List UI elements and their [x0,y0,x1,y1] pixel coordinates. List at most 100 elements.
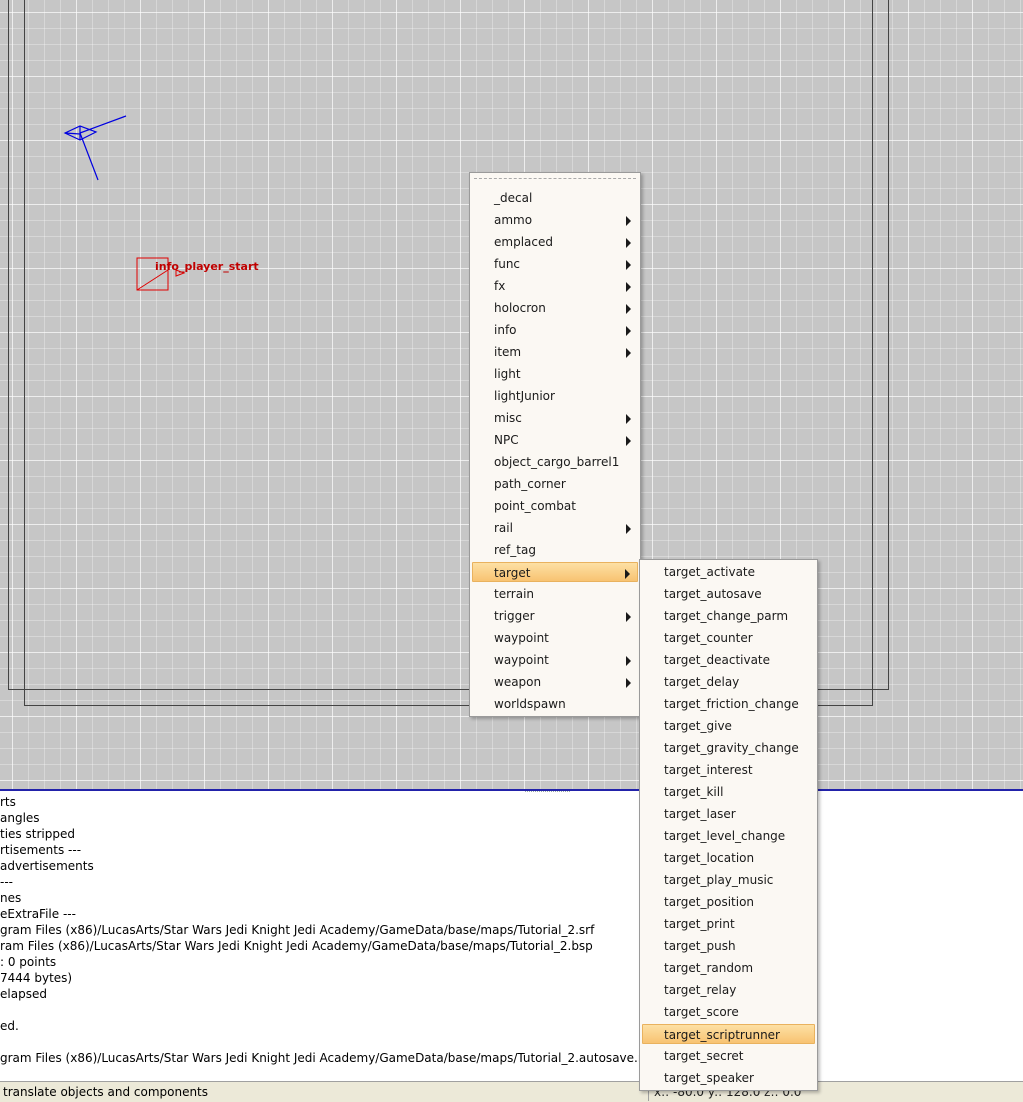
menu-item-label: info [494,323,517,337]
menu-item-target-interest[interactable]: target_interest [642,760,815,780]
menu-item-label: _decal [494,191,533,205]
menu-item-target-print[interactable]: target_print [642,914,815,934]
menu-item-label: waypoint [494,653,549,667]
menu-item-weapon[interactable]: weapon [472,672,638,692]
menu-item-target-scriptrunner[interactable]: target_scriptrunner [642,1024,815,1044]
menu-item-label: target_friction_change [664,697,799,711]
menu-item-info[interactable]: info [472,320,638,340]
console-line: ties stripped [0,827,75,841]
menu-item-label: target_change_parm [664,609,789,623]
submenu-arrow-icon [626,414,631,424]
menu-item-waypoint[interactable]: waypoint [472,628,638,648]
menu-item-label: lightJunior [494,389,555,403]
menu-item-object-cargo-barrel1[interactable]: object_cargo_barrel1 [472,452,638,472]
menu-item-label: fx [494,279,506,293]
menu-item-terrain[interactable]: terrain [472,584,638,604]
menu-item-point-combat[interactable]: point_combat [472,496,638,516]
console-line: : 0 points [0,955,57,969]
menu-item-emplaced[interactable]: emplaced [472,232,638,252]
menu-item-lightjunior[interactable]: lightJunior [472,386,638,406]
menu-tearoff[interactable] [474,178,636,179]
menu-item-target-score[interactable]: target_score [642,1002,815,1022]
menu-item-target-speaker[interactable]: target_speaker [642,1068,815,1088]
menu-item-waypoint-submenu[interactable]: waypoint [472,650,638,670]
menu-item-rail[interactable]: rail [472,518,638,538]
menu-item-target-counter[interactable]: target_counter [642,628,815,648]
menu-item-target-give[interactable]: target_give [642,716,815,736]
menu-item-label: NPC [494,433,519,447]
menu-item-label: ammo [494,213,533,227]
menu-item-target-secret[interactable]: target_secret [642,1046,815,1066]
menu-item-trigger[interactable]: trigger [472,606,638,626]
menu-item-label: target_push [664,939,736,953]
menu-item-label: misc [494,411,522,425]
menu-item-label: target_score [664,1005,739,1019]
menu-item-label: target_print [664,917,735,931]
menu-item-label: target_position [664,895,755,909]
console-line: --- [0,875,13,889]
menu-item-func[interactable]: func [472,254,638,274]
menu-item-label: terrain [494,587,535,601]
menu-item-holocron[interactable]: holocron [472,298,638,318]
menu-item-label: rail [494,521,513,535]
menu-item-target-friction-change[interactable]: target_friction_change [642,694,815,714]
console-line: elapsed [0,987,47,1001]
menu-item-target-deactivate[interactable]: target_deactivate [642,650,815,670]
target-submenu: target_activate target_autosave target_c… [639,559,818,1091]
menu-item-target-location[interactable]: target_location [642,848,815,868]
submenu-arrow-icon [626,304,631,314]
submenu-arrow-icon [626,216,631,226]
console-line: 7444 bytes) [0,971,73,985]
console-line: gram Files (x86)/LucasArts/Star Wars Jed… [0,1051,665,1065]
menu-item-label: path_corner [494,477,566,491]
menu-item-target-gravity-change[interactable]: target_gravity_change [642,738,815,758]
menu-item-label: target_play_music [664,873,774,887]
menu-item-target-delay[interactable]: target_delay [642,672,815,692]
menu-item-path-corner[interactable]: path_corner [472,474,638,494]
menu-item-ammo[interactable]: ammo [472,210,638,230]
menu-item-target-level-change[interactable]: target_level_change [642,826,815,846]
menu-item-label: target_give [664,719,732,733]
splitter-grip[interactable] [525,791,570,795]
submenu-arrow-icon [626,612,631,622]
entity-context-menu: _decal ammo emplaced func fx holocron in… [469,172,641,717]
menu-item-label: light [494,367,521,381]
console-line: rtisements --- [0,843,82,857]
menu-item-label: point_combat [494,499,576,513]
console-line: ram Files (x86)/LucasArts/Star Wars Jedi… [0,939,593,953]
menu-item-item[interactable]: item [472,342,638,362]
menu-item-label: target_activate [664,565,756,579]
console-line: advertisements [0,859,94,873]
status-hint: translate objects and components [3,1085,209,1099]
menu-item-target-change-parm[interactable]: target_change_parm [642,606,815,626]
menu-item-target-autosave[interactable]: target_autosave [642,584,815,604]
menu-item-ref-tag[interactable]: ref_tag [472,540,638,560]
camera-icon[interactable] [63,115,127,181]
menu-item-target[interactable]: target [472,562,638,582]
menu-item-worldspawn[interactable]: worldspawn [472,694,638,714]
menu-item-target-kill[interactable]: target_kill [642,782,815,802]
menu-item-label: target_location [664,851,755,865]
menu-item-decal[interactable]: _decal [472,188,638,208]
menu-item-target-position[interactable]: target_position [642,892,815,912]
menu-item-target-random[interactable]: target_random [642,958,815,978]
menu-item-target-activate[interactable]: target_activate [642,562,815,582]
menu-item-label: object_cargo_barrel1 [494,455,620,469]
menu-item-fx[interactable]: fx [472,276,638,296]
menu-item-label: worldspawn [494,697,566,711]
menu-item-npc[interactable]: NPC [472,430,638,450]
status-bar: translate objects and components x:: -80… [0,1081,1023,1102]
menu-item-label: item [494,345,522,359]
menu-item-target-play-music[interactable]: target_play_music [642,870,815,890]
menu-item-label: target_level_change [664,829,786,843]
menu-item-target-laser[interactable]: target_laser [642,804,815,824]
menu-item-target-relay[interactable]: target_relay [642,980,815,1000]
menu-item-label: target_interest [664,763,753,777]
console-line: ed. [0,1019,19,1033]
menu-item-target-push[interactable]: target_push [642,936,815,956]
console-log[interactable]: rts angles ties stripped rtisements --- … [0,791,1023,1081]
menu-item-label: target_gravity_change [664,741,799,755]
menu-item-light[interactable]: light [472,364,638,384]
console-line: rts [0,795,16,809]
menu-item-misc[interactable]: misc [472,408,638,428]
